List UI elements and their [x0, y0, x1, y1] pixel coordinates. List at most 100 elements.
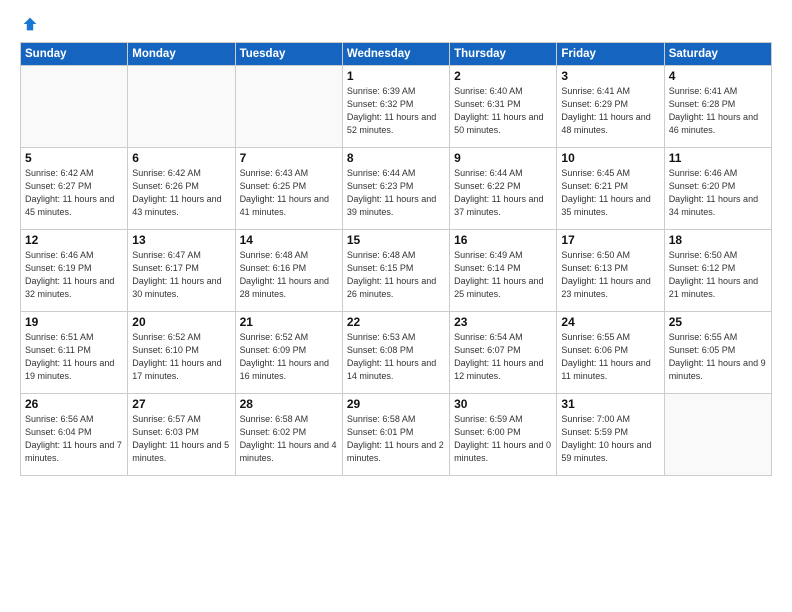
- calendar-cell: 12 Sunrise: 6:46 AM Sunset: 6:19 PM Dayli…: [21, 230, 128, 312]
- calendar-cell: 13 Sunrise: 6:47 AM Sunset: 6:17 PM Dayli…: [128, 230, 235, 312]
- calendar-cell: 8 Sunrise: 6:44 AM Sunset: 6:23 PM Daylig…: [342, 148, 449, 230]
- day-info: Sunrise: 6:52 AM Sunset: 6:10 PM Dayligh…: [132, 331, 230, 383]
- day-number: 18: [669, 233, 767, 247]
- day-info: Sunrise: 6:53 AM Sunset: 6:08 PM Dayligh…: [347, 331, 445, 383]
- day-number: 25: [669, 315, 767, 329]
- day-number: 16: [454, 233, 552, 247]
- day-info: Sunrise: 6:49 AM Sunset: 6:14 PM Dayligh…: [454, 249, 552, 301]
- day-info: Sunrise: 6:48 AM Sunset: 6:16 PM Dayligh…: [240, 249, 338, 301]
- day-number: 19: [25, 315, 123, 329]
- calendar-cell: 24Sunrise: 6:55 AM Sunset: 6:06 PM Dayli…: [557, 312, 664, 394]
- day-info: Sunrise: 6:50 AM Sunset: 6:13 PM Dayligh…: [561, 249, 659, 301]
- calendar-cell: 23Sunrise: 6:54 AM Sunset: 6:07 PM Dayli…: [450, 312, 557, 394]
- calendar-cell: 21 Sunrise: 6:52 AM Sunset: 6:09 PM Dayli…: [235, 312, 342, 394]
- day-info: Sunrise: 6:54 AM Sunset: 6:07 PM Dayligh…: [454, 331, 552, 383]
- calendar-cell: 4 Sunrise: 6:41 AM Sunset: 6:28 PM Daylig…: [664, 66, 771, 148]
- day-number: 6: [132, 151, 230, 165]
- week-row-1: 5 Sunrise: 6:42 AM Sunset: 6:27 PM Daylig…: [21, 148, 772, 230]
- calendar-cell: 17 Sunrise: 6:50 AM Sunset: 6:13 PM Dayli…: [557, 230, 664, 312]
- day-info: Sunrise: 6:42 AM Sunset: 6:26 PM Dayligh…: [132, 167, 230, 219]
- day-number: 30: [454, 397, 552, 411]
- day-number: 17: [561, 233, 659, 247]
- calendar-cell: 30 Sunrise: 6:59 AM Sunset: 6:00 PM Dayli…: [450, 394, 557, 476]
- day-info: Sunrise: 6:40 AM Sunset: 6:31 PM Dayligh…: [454, 85, 552, 137]
- weekday-header-sunday: Sunday: [21, 43, 128, 66]
- day-info: Sunrise: 6:44 AM Sunset: 6:23 PM Dayligh…: [347, 167, 445, 219]
- calendar-cell: 16 Sunrise: 6:49 AM Sunset: 6:14 PM Dayli…: [450, 230, 557, 312]
- day-info: Sunrise: 6:59 AM Sunset: 6:00 PM Dayligh…: [454, 413, 552, 465]
- day-number: 1: [347, 69, 445, 83]
- day-number: 4: [669, 69, 767, 83]
- weekday-header-saturday: Saturday: [664, 43, 771, 66]
- day-info: Sunrise: 6:55 AM Sunset: 6:05 PM Dayligh…: [669, 331, 767, 383]
- calendar-cell: 7 Sunrise: 6:43 AM Sunset: 6:25 PM Daylig…: [235, 148, 342, 230]
- day-info: Sunrise: 6:42 AM Sunset: 6:27 PM Dayligh…: [25, 167, 123, 219]
- logo-icon: [22, 16, 38, 32]
- calendar-cell: 26 Sunrise: 6:56 AM Sunset: 6:04 PM Dayli…: [21, 394, 128, 476]
- day-number: 7: [240, 151, 338, 165]
- day-info: Sunrise: 6:56 AM Sunset: 6:04 PM Dayligh…: [25, 413, 123, 465]
- weekday-header-monday: Monday: [128, 43, 235, 66]
- calendar-cell: 6 Sunrise: 6:42 AM Sunset: 6:26 PM Daylig…: [128, 148, 235, 230]
- calendar-cell: 9Sunrise: 6:44 AM Sunset: 6:22 PM Daylig…: [450, 148, 557, 230]
- day-info: Sunrise: 6:41 AM Sunset: 6:28 PM Dayligh…: [669, 85, 767, 137]
- calendar-cell: 28 Sunrise: 6:58 AM Sunset: 6:02 PM Dayli…: [235, 394, 342, 476]
- weekday-header-tuesday: Tuesday: [235, 43, 342, 66]
- day-number: 11: [669, 151, 767, 165]
- day-number: 26: [25, 397, 123, 411]
- day-number: 20: [132, 315, 230, 329]
- day-info: Sunrise: 7:00 AM Sunset: 5:59 PM Dayligh…: [561, 413, 659, 465]
- day-info: Sunrise: 6:58 AM Sunset: 6:02 PM Dayligh…: [240, 413, 338, 465]
- calendar-cell: 29 Sunrise: 6:58 AM Sunset: 6:01 PM Dayli…: [342, 394, 449, 476]
- day-number: 21: [240, 315, 338, 329]
- calendar-cell: 20 Sunrise: 6:52 AM Sunset: 6:10 PM Dayli…: [128, 312, 235, 394]
- calendar-cell: 2Sunrise: 6:40 AM Sunset: 6:31 PM Daylig…: [450, 66, 557, 148]
- day-info: Sunrise: 6:46 AM Sunset: 6:19 PM Dayligh…: [25, 249, 123, 301]
- calendar-cell: 5 Sunrise: 6:42 AM Sunset: 6:27 PM Daylig…: [21, 148, 128, 230]
- calendar-cell: 1 Sunrise: 6:39 AM Sunset: 6:32 PM Daylig…: [342, 66, 449, 148]
- day-info: Sunrise: 6:58 AM Sunset: 6:01 PM Dayligh…: [347, 413, 445, 465]
- calendar-cell: [128, 66, 235, 148]
- day-info: Sunrise: 6:47 AM Sunset: 6:17 PM Dayligh…: [132, 249, 230, 301]
- day-info: Sunrise: 6:43 AM Sunset: 6:25 PM Dayligh…: [240, 167, 338, 219]
- calendar-cell: 27 Sunrise: 6:57 AM Sunset: 6:03 PM Dayli…: [128, 394, 235, 476]
- page: SundayMondayTuesdayWednesdayThursdayFrid…: [0, 0, 792, 612]
- day-info: Sunrise: 6:51 AM Sunset: 6:11 PM Dayligh…: [25, 331, 123, 383]
- calendar-cell: 11 Sunrise: 6:46 AM Sunset: 6:20 PM Dayli…: [664, 148, 771, 230]
- day-info: Sunrise: 6:46 AM Sunset: 6:20 PM Dayligh…: [669, 167, 767, 219]
- logo: [20, 16, 38, 32]
- calendar-cell: 25 Sunrise: 6:55 AM Sunset: 6:05 PM Dayli…: [664, 312, 771, 394]
- weekday-header-friday: Friday: [557, 43, 664, 66]
- calendar-cell: [664, 394, 771, 476]
- calendar-cell: 14Sunrise: 6:48 AM Sunset: 6:16 PM Dayli…: [235, 230, 342, 312]
- calendar-cell: 19 Sunrise: 6:51 AM Sunset: 6:11 PM Dayli…: [21, 312, 128, 394]
- day-info: Sunrise: 6:41 AM Sunset: 6:29 PM Dayligh…: [561, 85, 659, 137]
- day-number: 5: [25, 151, 123, 165]
- day-number: 10: [561, 151, 659, 165]
- week-row-4: 26 Sunrise: 6:56 AM Sunset: 6:04 PM Dayli…: [21, 394, 772, 476]
- day-number: 3: [561, 69, 659, 83]
- weekday-header-wednesday: Wednesday: [342, 43, 449, 66]
- day-info: Sunrise: 6:52 AM Sunset: 6:09 PM Dayligh…: [240, 331, 338, 383]
- day-number: 8: [347, 151, 445, 165]
- calendar-cell: [21, 66, 128, 148]
- day-number: 13: [132, 233, 230, 247]
- header: [20, 16, 772, 32]
- week-row-2: 12 Sunrise: 6:46 AM Sunset: 6:19 PM Dayli…: [21, 230, 772, 312]
- day-number: 24: [561, 315, 659, 329]
- day-number: 22: [347, 315, 445, 329]
- day-number: 29: [347, 397, 445, 411]
- day-info: Sunrise: 6:39 AM Sunset: 6:32 PM Dayligh…: [347, 85, 445, 137]
- week-row-0: 1 Sunrise: 6:39 AM Sunset: 6:32 PM Daylig…: [21, 66, 772, 148]
- calendar-cell: 10Sunrise: 6:45 AM Sunset: 6:21 PM Dayli…: [557, 148, 664, 230]
- day-info: Sunrise: 6:57 AM Sunset: 6:03 PM Dayligh…: [132, 413, 230, 465]
- day-info: Sunrise: 6:50 AM Sunset: 6:12 PM Dayligh…: [669, 249, 767, 301]
- day-number: 15: [347, 233, 445, 247]
- weekday-header-row: SundayMondayTuesdayWednesdayThursdayFrid…: [21, 43, 772, 66]
- day-number: 28: [240, 397, 338, 411]
- day-number: 9: [454, 151, 552, 165]
- day-info: Sunrise: 6:48 AM Sunset: 6:15 PM Dayligh…: [347, 249, 445, 301]
- day-number: 12: [25, 233, 123, 247]
- day-number: 27: [132, 397, 230, 411]
- day-number: 31: [561, 397, 659, 411]
